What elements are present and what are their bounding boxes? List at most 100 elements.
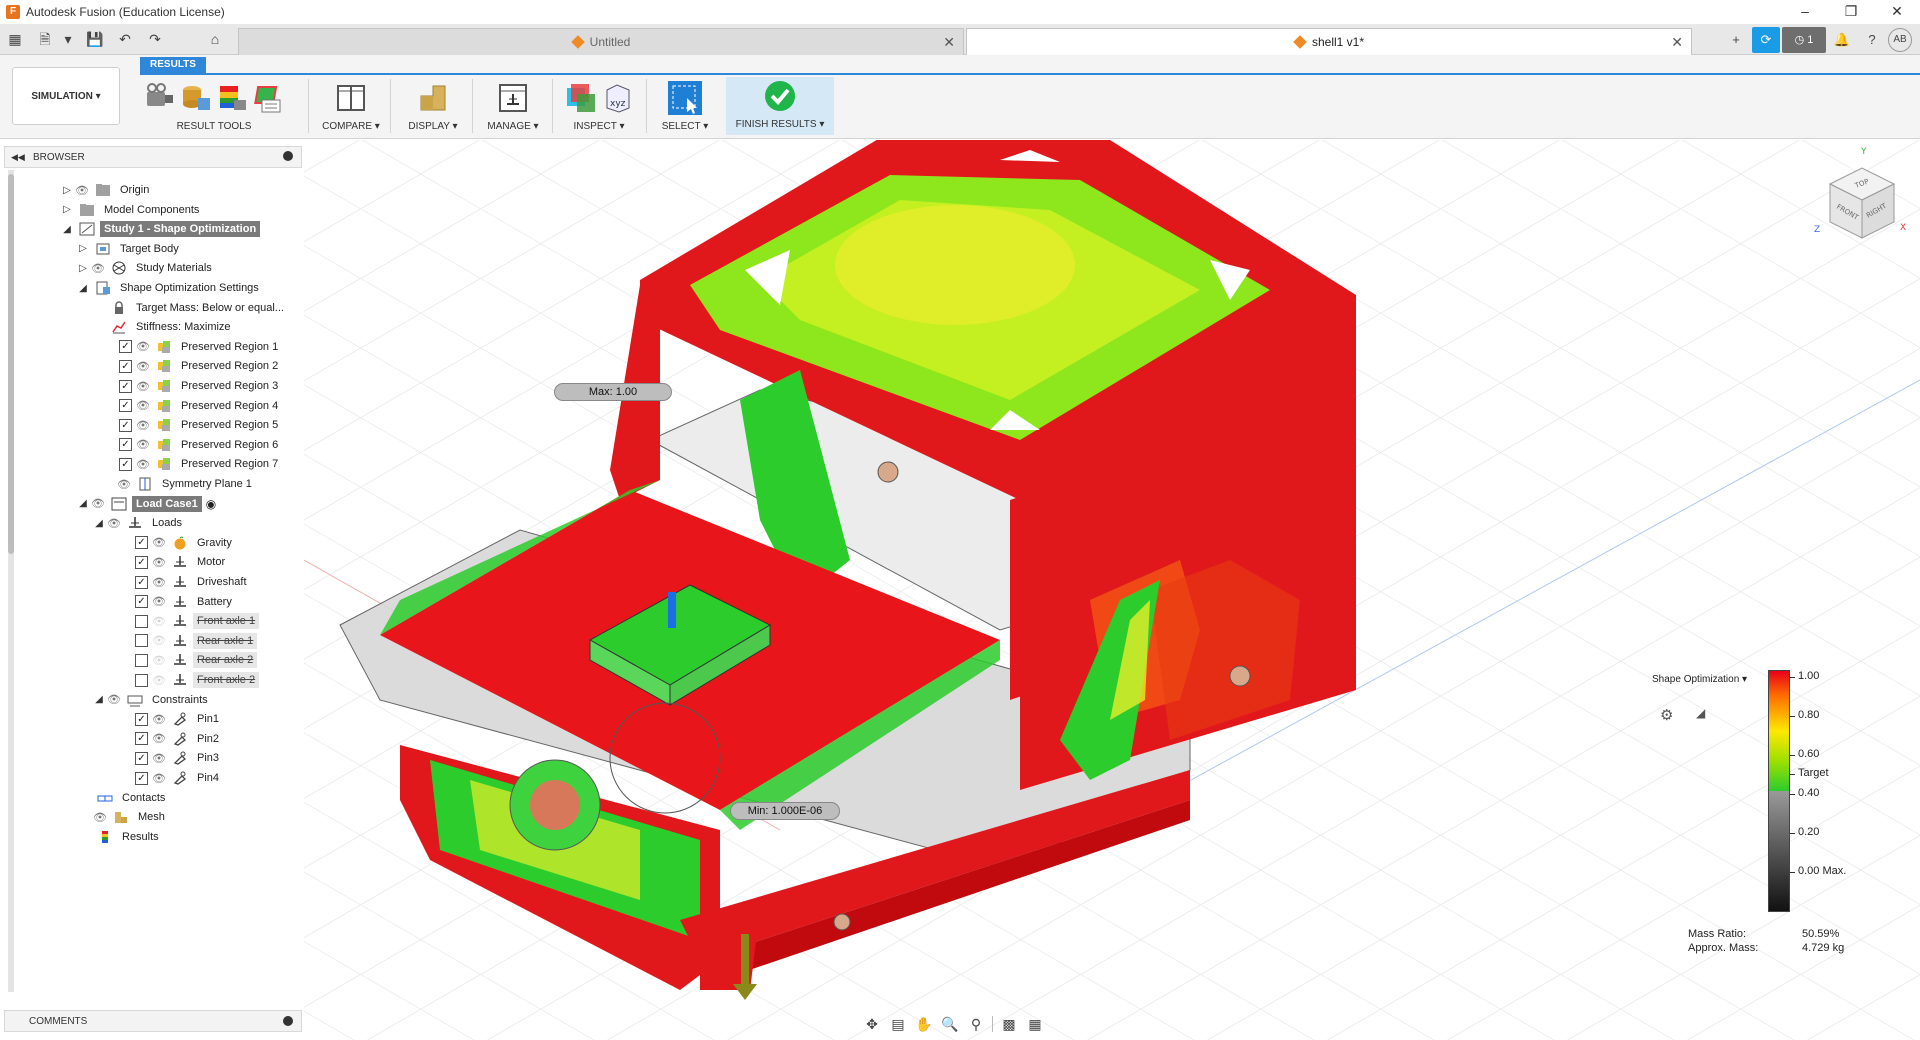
collapse-arrow-icon[interactable]: ◢	[92, 518, 106, 529]
file-menu-icon[interactable]: 🗎	[34, 28, 56, 50]
eye-icon[interactable]: 👁	[151, 536, 167, 549]
visibility-checkbox[interactable]: ✓	[135, 712, 148, 726]
display-label[interactable]: DISPLAY ▾	[400, 121, 466, 132]
inspect-probe-icon[interactable]	[565, 82, 597, 114]
animate-camera-icon[interactable]	[144, 82, 176, 114]
restore-icon[interactable]: ❐	[1828, 0, 1874, 24]
xyz-icon[interactable]: xyz	[601, 82, 633, 114]
eye-icon[interactable]: 👁	[151, 732, 167, 745]
collapse-arrow-icon[interactable]: ◢	[76, 498, 90, 509]
visibility-checkbox[interactable]: ✓	[119, 438, 132, 452]
scrollbar-thumb[interactable]	[8, 174, 14, 554]
display-icon[interactable]	[417, 82, 449, 114]
job-status-icon[interactable]: ◷ 1	[1782, 27, 1826, 53]
eye-icon[interactable]: 👁	[151, 556, 167, 569]
eye-icon[interactable]: 👁	[90, 262, 106, 275]
manage-icon[interactable]	[497, 82, 529, 114]
legend-title[interactable]: Shape Optimization ▾	[1652, 674, 1747, 685]
visibility-checkbox[interactable]: ✓	[119, 340, 132, 354]
eye-icon[interactable]: 👁	[90, 497, 106, 510]
grid-settings-icon[interactable]: ▦	[1025, 1016, 1045, 1033]
visibility-checkbox[interactable]	[135, 614, 148, 628]
eye-icon[interactable]: 👁	[106, 693, 122, 706]
browser-scrollbar[interactable]	[8, 170, 14, 992]
select-label[interactable]: SELECT ▾	[654, 121, 716, 132]
manage-label[interactable]: MANAGE ▾	[480, 121, 546, 132]
pan-icon[interactable]: ✋	[914, 1016, 934, 1033]
eye-icon[interactable]: 👁	[106, 517, 122, 530]
result-tools-label[interactable]: RESULT TOOLS	[134, 121, 294, 132]
eye-icon[interactable]: 👁	[151, 752, 167, 765]
fit-icon[interactable]: ⚲	[966, 1016, 986, 1033]
visibility-checkbox[interactable]: ✓	[119, 379, 132, 393]
hidden-eye-icon[interactable]: 👁	[151, 674, 167, 687]
visibility-checkbox[interactable]: ✓	[135, 536, 148, 550]
finish-results-check-icon[interactable]	[764, 80, 796, 112]
tree-item-results[interactable]: Results	[92, 826, 163, 848]
eye-icon[interactable]: 👁	[135, 458, 151, 471]
zoom-icon[interactable]: 🔍	[940, 1016, 960, 1033]
collapse-arrow-icon[interactable]: ◢	[92, 694, 106, 705]
legend-toggle-icon[interactable]: ◢	[1696, 706, 1705, 720]
inspect-label[interactable]: INSPECT ▾	[558, 121, 640, 132]
expand-arrow-icon[interactable]: ▷	[60, 185, 74, 196]
eye-icon[interactable]: 👁	[135, 360, 151, 373]
eye-icon[interactable]: 👁	[151, 576, 167, 589]
min-callout[interactable]: Min: 1.000E-06	[730, 802, 840, 820]
collapse-arrow-icon[interactable]: ◢	[60, 224, 74, 235]
visibility-checkbox[interactable]: ✓	[119, 359, 132, 373]
tab-results[interactable]: RESULTS	[140, 57, 206, 73]
eye-icon[interactable]: 👁	[92, 811, 108, 824]
visibility-checkbox[interactable]: ✓	[135, 575, 148, 589]
tab-untitled[interactable]: Untitled ✕	[238, 28, 964, 55]
visibility-checkbox[interactable]	[135, 673, 148, 687]
expand-arrow-icon[interactable]: ▷	[76, 263, 90, 274]
eye-icon[interactable]: 👁	[135, 380, 151, 393]
browser-header[interactable]: ◀◀ BROWSER	[4, 146, 302, 168]
comments-panel[interactable]: COMMENTS	[4, 1010, 302, 1032]
visibility-checkbox[interactable]: ✓	[135, 555, 148, 569]
compare-icon[interactable]	[335, 82, 367, 114]
plot-colors-icon[interactable]	[216, 82, 248, 114]
new-tab-icon[interactable]: +	[1722, 27, 1750, 53]
hidden-eye-icon[interactable]: 👁	[151, 654, 167, 667]
eye-icon[interactable]: 👁	[151, 713, 167, 726]
select-icon[interactable]	[667, 80, 703, 116]
undo-icon[interactable]: ↶	[114, 28, 136, 50]
extensions-icon[interactable]: ⟳	[1752, 27, 1780, 53]
expand-arrow-icon[interactable]: ▷	[60, 204, 74, 215]
close-tab-icon[interactable]: ✕	[1671, 34, 1683, 51]
eye-icon[interactable]: 👁	[135, 340, 151, 353]
notifications-icon[interactable]: 🔔	[1828, 27, 1856, 53]
visibility-checkbox[interactable]: ✓	[135, 751, 148, 765]
help-icon[interactable]: ?	[1858, 27, 1886, 53]
active-loadcase-icon[interactable]: ◉	[206, 497, 216, 511]
eye-icon[interactable]: 👁	[135, 438, 151, 451]
visibility-checkbox[interactable]	[135, 634, 148, 648]
visibility-checkbox[interactable]: ✓	[119, 457, 132, 471]
hidden-eye-icon[interactable]: 👁	[151, 634, 167, 647]
save-icon[interactable]: 💾	[84, 28, 106, 50]
redo-icon[interactable]: ↷	[144, 28, 166, 50]
user-avatar[interactable]: AB	[1888, 28, 1912, 52]
finish-results-label[interactable]: FINISH RESULTS ▾	[726, 119, 834, 130]
app-grid-icon[interactable]: ▦	[4, 28, 26, 50]
result-data-icon[interactable]	[180, 82, 212, 114]
visibility-checkbox[interactable]: ✓	[135, 771, 148, 785]
legend-settings-icon[interactable]: ⚙	[1660, 706, 1673, 724]
tab-shell1[interactable]: shell1 v1* ✕	[966, 28, 1692, 55]
eye-icon[interactable]: 👁	[151, 772, 167, 785]
view-cube[interactable]: TOP FRONT RIGHT Y Z X	[1810, 146, 1910, 246]
orbit-icon[interactable]: ✥	[862, 1016, 882, 1033]
add-comment-icon[interactable]	[283, 1016, 293, 1026]
file-dropdown-icon[interactable]: ▾	[62, 28, 74, 50]
visibility-checkbox[interactable]	[135, 653, 148, 667]
visibility-checkbox[interactable]: ✓	[119, 418, 132, 432]
eye-icon[interactable]: 👁	[116, 478, 132, 491]
report-icon[interactable]	[252, 82, 284, 114]
eye-icon[interactable]: 👁	[74, 184, 90, 197]
eye-icon[interactable]: 👁	[135, 399, 151, 412]
hidden-eye-icon[interactable]: 👁	[151, 615, 167, 628]
home-icon[interactable]: ⌂	[204, 28, 226, 50]
eye-icon[interactable]: 👁	[151, 595, 167, 608]
